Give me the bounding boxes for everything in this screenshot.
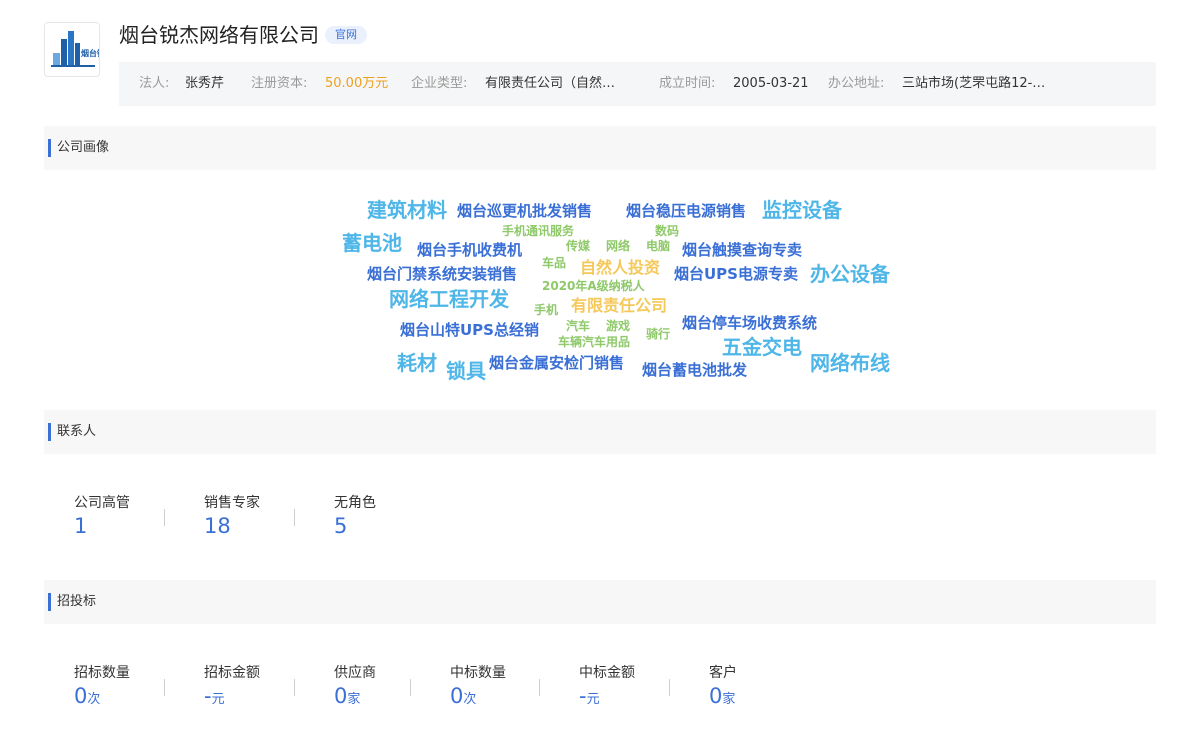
word-cloud-tag: 烟台UPS电源专卖	[674, 265, 798, 283]
section-header-bidding: 招投标	[44, 580, 1156, 624]
section-header-contacts: 联系人	[44, 410, 1156, 454]
word-cloud-tag: 游戏	[606, 319, 631, 333]
svg-text:烟台锐杰: 烟台锐杰	[81, 48, 100, 58]
section-accent-bar	[48, 139, 51, 157]
company-name: 烟台锐杰网络有限公司	[119, 23, 319, 47]
word-cloud-tag: 烟台停车场收费系统	[682, 314, 818, 332]
stat-value: 0	[74, 684, 88, 708]
legal-rep-label: 法人:	[139, 76, 170, 91]
word-cloud-tag: 烟台手机收费机	[417, 241, 523, 259]
word-cloud-tag: 手机通讯服务	[502, 224, 575, 238]
contact-stat-no-role[interactable]: 无角色 5	[334, 492, 376, 538]
word-cloud-tag: 车品	[542, 256, 567, 270]
stat-unit: 家	[347, 692, 361, 707]
address-label: 办公地址:	[828, 76, 885, 91]
section-header-portrait: 公司画像	[44, 126, 1156, 170]
contact-stat-sales-experts[interactable]: 销售专家 18	[204, 492, 260, 538]
word-cloud-tag: 锁具	[446, 359, 486, 383]
section-accent-bar	[48, 593, 51, 611]
word-cloud-tag: 2020年A级纳税人	[542, 279, 645, 293]
stat-value: 0	[450, 684, 464, 708]
stat-label: 销售专家	[204, 495, 260, 511]
stat-divider	[669, 679, 670, 696]
stat-unit: 次	[463, 692, 477, 707]
word-cloud-tag: 自然人投资	[580, 258, 661, 277]
stat-unit: 元	[586, 692, 600, 707]
word-cloud-tag: 建筑材料	[367, 198, 447, 222]
word-cloud-tag: 办公设备	[810, 262, 890, 286]
word-cloud-tag: 网络	[606, 239, 631, 253]
word-cloud-tag: 烟台巡更机批发销售	[457, 202, 593, 220]
address-value: 三站市场(芝罘屯路12-…	[902, 76, 1046, 91]
stat-label: 供应商	[334, 665, 376, 681]
stat-divider	[539, 679, 540, 696]
word-cloud-tag: 五金交电	[722, 335, 802, 359]
capital-label: 注册资本:	[251, 76, 308, 91]
stat-divider	[164, 679, 165, 696]
section-title-contacts: 联系人	[57, 424, 97, 439]
official-site-badge[interactable]: 官网	[325, 26, 367, 44]
word-cloud-tag: 手机	[534, 303, 559, 317]
word-cloud-tag: 网络布线	[810, 351, 890, 375]
stat-label: 招标金额	[204, 665, 260, 681]
company-type-value: 有限责任公司（自然…	[485, 76, 616, 91]
stat-label: 招标数量	[74, 665, 130, 681]
stat-value: 0	[334, 684, 348, 708]
founded-label: 成立时间:	[659, 76, 716, 91]
stat-value: 1	[74, 514, 88, 538]
founded-value: 2005-03-21	[733, 76, 809, 91]
word-cloud-tag: 烟台蓄电池批发	[642, 361, 748, 379]
stat-value: -	[204, 684, 212, 708]
stat-label: 公司高管	[74, 495, 130, 511]
word-cloud-tag: 电脑	[646, 239, 671, 253]
stat-label: 中标数量	[450, 665, 506, 681]
stat-value: 18	[204, 514, 231, 538]
bid-stat-tender-amount[interactable]: 招标金额 -元	[204, 662, 260, 708]
stat-unit: 元	[211, 692, 225, 707]
word-cloud-tag: 蓄电池	[342, 231, 402, 255]
stat-unit: 次	[87, 692, 101, 707]
stat-divider	[164, 509, 165, 526]
company-type-label: 企业类型:	[411, 76, 468, 91]
word-cloud-tag: 烟台金属安检门销售	[489, 354, 625, 372]
stat-value: 5	[334, 514, 348, 538]
word-cloud-tag: 汽车	[566, 319, 591, 333]
section-accent-bar	[48, 423, 51, 441]
stat-label: 中标金额	[579, 665, 635, 681]
company-logo: 烟台锐杰	[44, 22, 100, 77]
word-cloud-tag: 网络工程开发	[389, 287, 509, 311]
word-cloud-tag: 烟台稳压电源销售	[626, 202, 747, 220]
word-cloud-tag: 骑行	[646, 327, 671, 341]
word-cloud-tag: 烟台山特UPS总经销	[400, 321, 539, 339]
word-cloud-tag: 监控设备	[762, 198, 842, 222]
word-cloud: 建筑材料 烟台巡更机批发销售 烟台稳压电源销售 监控设备手机通讯服务 数码蓄电池 烟台手机…	[0, 0, 1200, 752]
company-info-bar: 法人: 张秀芹 注册资本: 50.00万元 企业类型: 有限责任公司（自然… 成…	[119, 62, 1156, 106]
word-cloud-tag: 烟台触摸查询专卖	[682, 241, 803, 259]
stat-label: 无角色	[334, 495, 376, 511]
contact-stat-executives[interactable]: 公司高管 1	[74, 492, 130, 538]
stat-unit: 家	[722, 692, 736, 707]
word-cloud-tag: 有限责任公司	[571, 296, 668, 315]
bid-stat-award-amount[interactable]: 中标金额 -元	[579, 662, 635, 708]
word-cloud-tag: 数码	[655, 224, 680, 238]
word-cloud-tag: 车辆汽车用品	[558, 335, 631, 349]
word-cloud-tag: 耗材	[397, 351, 437, 375]
stat-divider	[294, 679, 295, 696]
stat-label: 客户	[709, 665, 737, 681]
bid-stat-suppliers[interactable]: 供应商 0家	[334, 662, 376, 708]
section-title-bidding: 招投标	[57, 594, 97, 609]
stat-divider	[294, 509, 295, 526]
section-title-portrait: 公司画像	[57, 140, 110, 155]
bid-stat-tender-count[interactable]: 招标数量 0次	[74, 662, 130, 708]
stat-value: 0	[709, 684, 723, 708]
stat-value: -	[579, 684, 587, 708]
legal-rep-value: 张秀芹	[185, 76, 225, 91]
company-logo-graphic: 烟台锐杰	[45, 23, 100, 76]
capital-value: 50.00万元	[325, 76, 389, 91]
bid-stat-award-count[interactable]: 中标数量 0次	[450, 662, 506, 708]
word-cloud-tag: 传媒	[566, 239, 591, 253]
bid-stat-customers[interactable]: 客户 0家	[709, 662, 737, 708]
word-cloud-tag: 烟台门禁系统安装销售	[367, 265, 518, 283]
stat-divider	[410, 679, 411, 696]
